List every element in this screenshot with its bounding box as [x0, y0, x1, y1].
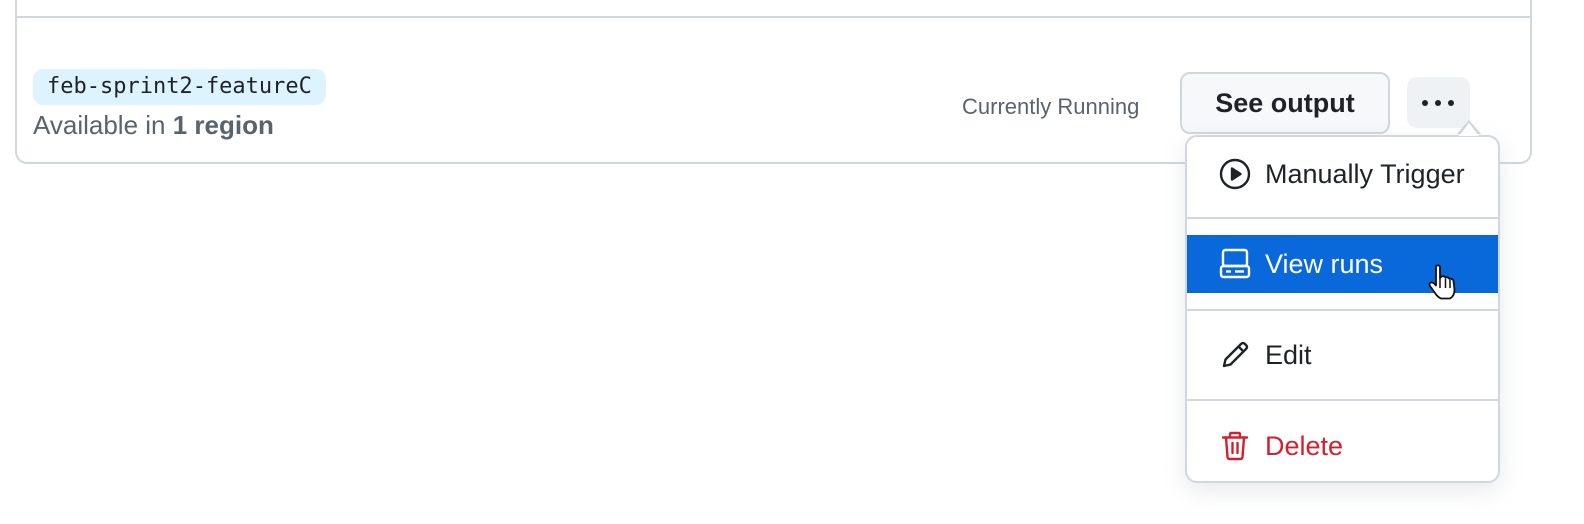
kebab-dot-icon: [1448, 100, 1454, 106]
menu-item-label: Edit: [1265, 339, 1312, 370]
actions-menu: Manually Trigger View runs Edit Delete: [1185, 135, 1500, 483]
menu-separator: [1187, 309, 1498, 311]
menu-caret-fill: [1459, 123, 1479, 136]
see-output-button[interactable]: See output: [1180, 72, 1390, 134]
play-circle-icon: [1218, 157, 1252, 191]
menu-item-label: Delete: [1265, 430, 1344, 461]
menu-separator: [1187, 399, 1498, 401]
kebab-dot-icon: [1422, 100, 1428, 106]
status-text: Currently Running: [962, 94, 1140, 119]
menu-separator: [1187, 217, 1498, 219]
trash-icon: [1218, 429, 1252, 463]
availability-text: Available in 1 region: [33, 108, 274, 142]
kebab-dot-icon: [1435, 100, 1441, 106]
menu-item-label: View runs: [1265, 248, 1384, 279]
menu-item-delete[interactable]: Delete: [1187, 417, 1498, 475]
page: feb-sprint2-featureC Available in 1 regi…: [0, 0, 1584, 524]
menu-item-manually-trigger[interactable]: Manually Trigger: [1187, 145, 1498, 203]
branch-tag[interactable]: feb-sprint2-featureC: [33, 69, 326, 105]
server-icon: [1218, 247, 1252, 281]
menu-item-label: Manually Trigger: [1265, 158, 1465, 189]
hand-pointer-cursor-icon: [1426, 263, 1460, 301]
availability-region: 1 region: [172, 110, 274, 140]
pencil-icon: [1218, 338, 1252, 372]
availability-prefix: Available in: [33, 110, 173, 140]
menu-item-edit[interactable]: Edit: [1187, 326, 1498, 384]
card-divider: [17, 16, 1530, 18]
